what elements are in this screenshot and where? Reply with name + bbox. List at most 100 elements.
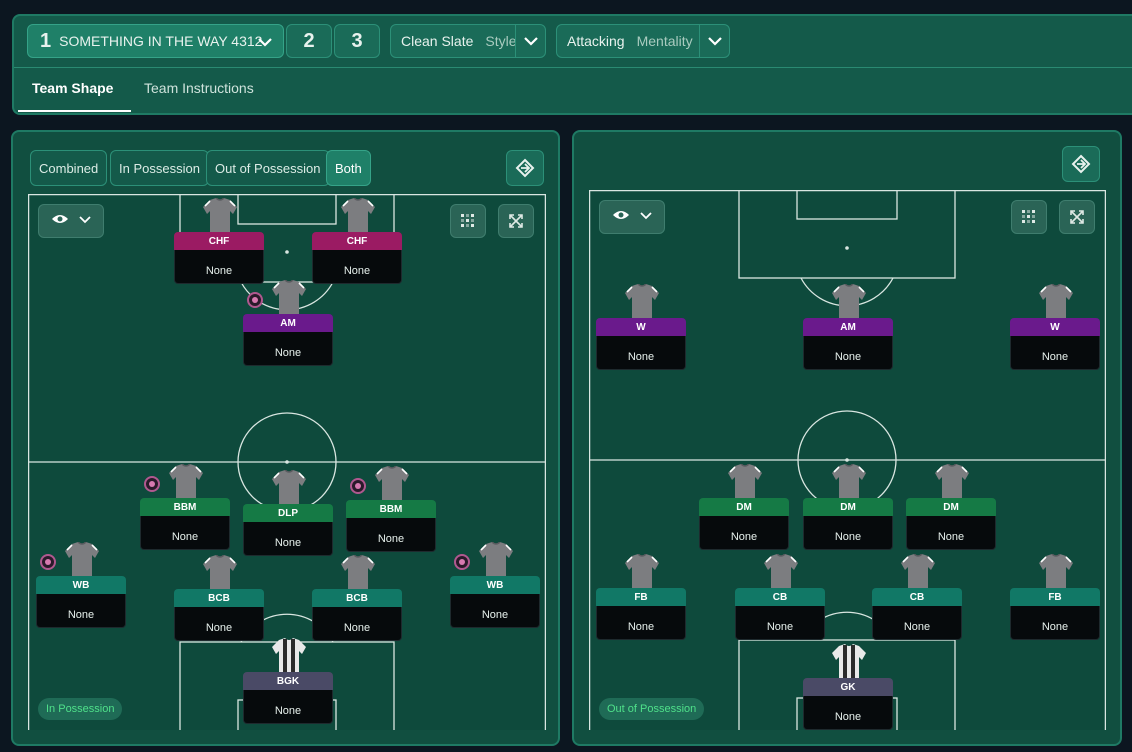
- tactic-selector[interactable]: 1 SOMETHING IN THE WAY 4312: [27, 24, 284, 58]
- player-role: BGK: [243, 672, 333, 690]
- shirt-icon: [270, 638, 308, 674]
- player-role: DM: [699, 498, 789, 516]
- instruction-badge-icon[interactable]: [350, 478, 366, 494]
- player-duty: None: [140, 516, 230, 550]
- instruction-badge-icon[interactable]: [454, 554, 470, 570]
- player-card[interactable]: BBM None: [346, 465, 436, 554]
- player-card[interactable]: AM None: [803, 283, 893, 372]
- visibility-toggle[interactable]: [38, 204, 104, 238]
- shirt-icon: [270, 469, 308, 504]
- shirt-icon: [726, 463, 764, 498]
- player-duty: None: [803, 336, 893, 370]
- shirt-icon: [63, 541, 101, 576]
- player-duty: None: [803, 516, 893, 550]
- player-card[interactable]: FB None: [1010, 553, 1100, 642]
- player-card[interactable]: WB None: [450, 541, 540, 630]
- player-duty: None: [803, 696, 893, 730]
- player-duty: None: [872, 606, 962, 640]
- shirt-icon: [270, 279, 308, 314]
- chevron-down-icon[interactable]: [515, 25, 545, 57]
- phase-filter-out-of-possession[interactable]: Out of Possession: [206, 150, 330, 186]
- eye-icon: [51, 212, 69, 230]
- shirt-icon: [830, 644, 868, 680]
- player-card[interactable]: CHF None: [312, 197, 402, 286]
- style-label: Style: [485, 33, 517, 49]
- player-card[interactable]: W None: [1010, 283, 1100, 372]
- mentality-label: Mentality: [636, 33, 693, 49]
- player-duty: None: [36, 594, 126, 628]
- player-card[interactable]: DLP None: [243, 469, 333, 558]
- player-card[interactable]: DM None: [803, 463, 893, 552]
- player-card[interactable]: DM None: [699, 463, 789, 552]
- player-card[interactable]: W None: [596, 283, 686, 372]
- player-card[interactable]: DM None: [906, 463, 996, 552]
- player-duty: None: [906, 516, 996, 550]
- shirt-icon: [623, 283, 661, 318]
- phase-filter-in-possession[interactable]: In Possession: [110, 150, 209, 186]
- player-duty: None: [243, 522, 333, 556]
- shirt-icon: [762, 553, 800, 588]
- chevron-down-icon[interactable]: [699, 25, 729, 57]
- tactic-number: 1: [40, 29, 52, 52]
- player-duty: None: [312, 250, 402, 284]
- in-possession-label: In Possession: [38, 698, 123, 720]
- instruction-badge-icon[interactable]: [144, 476, 160, 492]
- player-card[interactable]: WB None: [36, 541, 126, 630]
- player-role: W: [596, 318, 686, 336]
- shirt-icon: [373, 465, 411, 500]
- mentality-selector[interactable]: Attacking Mentality: [556, 24, 730, 58]
- player-card[interactable]: AM None: [243, 279, 333, 368]
- player-role: BCB: [174, 589, 264, 607]
- swap-icon[interactable]: [506, 150, 544, 186]
- grid-icon[interactable]: [450, 204, 486, 238]
- player-duty: None: [243, 332, 333, 366]
- player-role: WB: [36, 576, 126, 594]
- shirt-icon: [1037, 553, 1075, 588]
- tab-team-instructions[interactable]: Team Instructions: [144, 80, 254, 96]
- player-card[interactable]: BCB None: [312, 554, 402, 643]
- player-role: AM: [243, 314, 333, 332]
- tactic-slot-2-button[interactable]: 2: [286, 24, 332, 58]
- tab-team-shape[interactable]: Team Shape: [32, 80, 113, 96]
- style-selector[interactable]: Clean Slate Style: [390, 24, 546, 58]
- instruction-badge-icon[interactable]: [247, 292, 263, 308]
- visibility-toggle[interactable]: [599, 200, 665, 234]
- player-card[interactable]: GK None: [803, 644, 893, 732]
- shirt-icon: [830, 463, 868, 498]
- player-card[interactable]: BBM None: [140, 463, 230, 552]
- phase-filter-both[interactable]: Both: [326, 150, 371, 186]
- player-card[interactable]: BCB None: [174, 554, 264, 643]
- player-role: FB: [596, 588, 686, 606]
- shirt-icon: [830, 283, 868, 318]
- player-card[interactable]: CB None: [872, 553, 962, 642]
- instruction-badge-icon[interactable]: [40, 554, 56, 570]
- player-role: CHF: [312, 232, 402, 250]
- player-duty: None: [735, 606, 825, 640]
- active-tab-indicator: [18, 110, 131, 112]
- player-duty: None: [174, 607, 264, 641]
- shirt-icon: [899, 553, 937, 588]
- tactic-slot-3-button[interactable]: 3: [334, 24, 380, 58]
- player-card[interactable]: CHF None: [174, 197, 264, 286]
- expand-icon[interactable]: [1059, 200, 1095, 234]
- grid-icon[interactable]: [1011, 200, 1047, 234]
- player-card[interactable]: CB None: [735, 553, 825, 642]
- chevron-down-icon: [257, 34, 272, 48]
- shirt-icon: [1037, 283, 1075, 318]
- tactic-header: 1 SOMETHING IN THE WAY 4312 2 3 Clean Sl…: [12, 14, 1132, 115]
- player-duty: None: [699, 516, 789, 550]
- style-value: Clean Slate: [401, 33, 474, 49]
- tactic-name: SOMETHING IN THE WAY 4312: [59, 33, 263, 49]
- player-card[interactable]: BGK None: [243, 638, 333, 726]
- player-card[interactable]: FB None: [596, 553, 686, 642]
- shirt-icon: [201, 197, 239, 232]
- phase-filter-combined[interactable]: Combined: [30, 150, 108, 186]
- expand-icon[interactable]: [498, 204, 534, 238]
- shirt-icon: [623, 553, 661, 588]
- chevron-down-icon: [640, 208, 652, 226]
- player-role: BBM: [140, 498, 230, 516]
- player-role: BBM: [346, 500, 436, 518]
- player-role: CB: [735, 588, 825, 606]
- eye-icon: [612, 208, 630, 226]
- swap-icon[interactable]: [1062, 146, 1100, 182]
